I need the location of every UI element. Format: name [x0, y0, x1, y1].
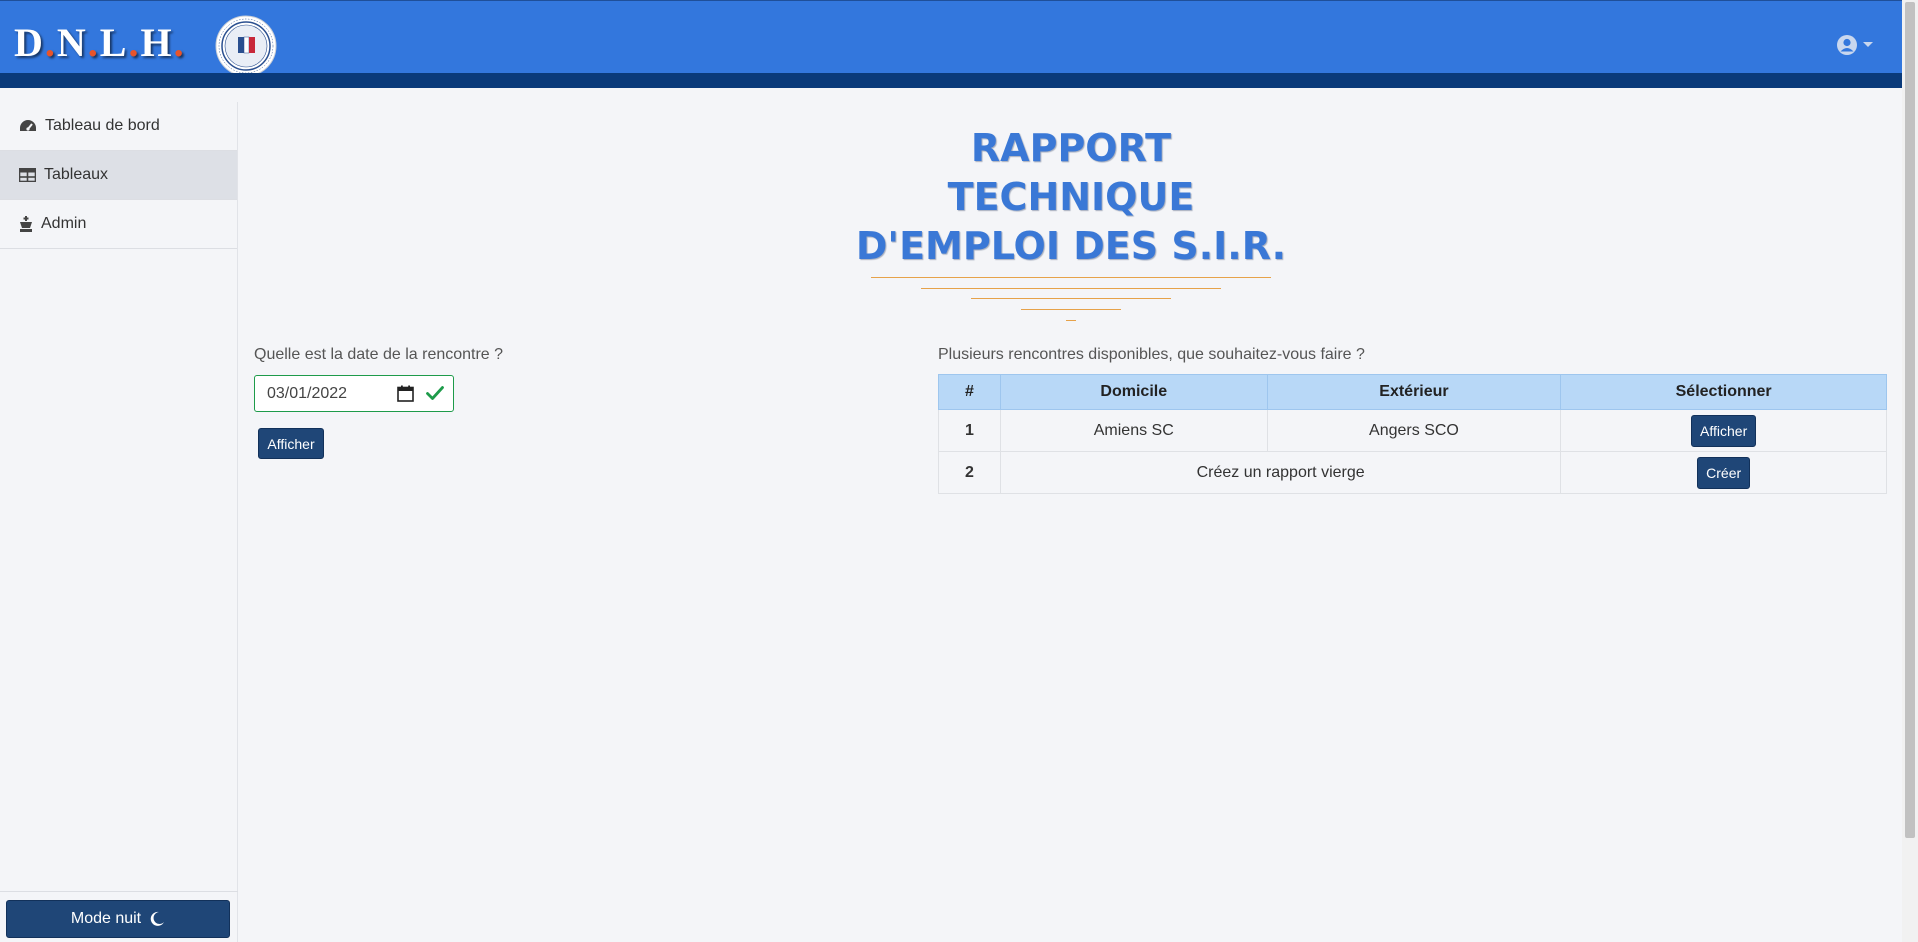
date-input[interactable]: 03/01/2022: [254, 375, 454, 412]
sidebar-item-label: Tableaux: [44, 166, 109, 183]
title-underline-2: [921, 288, 1221, 289]
header-stripe: [0, 73, 1902, 88]
row-number: 1: [938, 409, 1001, 452]
calendar-icon[interactable]: [397, 385, 414, 402]
home-team: Amiens SC: [999, 409, 1268, 452]
sidebar-item-admin[interactable]: Admin: [0, 200, 237, 249]
col-header-number: #: [938, 374, 1001, 410]
user-circle-icon: [1837, 35, 1857, 55]
col-header-home: Domicile: [999, 374, 1268, 410]
title-underline-5: [1066, 320, 1076, 321]
sidebar: Tableau de bord Tableaux Admin Mode nuit: [0, 102, 238, 942]
date-value: 03/01/2022: [267, 384, 348, 402]
moon-icon: [150, 911, 165, 926]
title-underline-1: [871, 277, 1271, 278]
show-match-button[interactable]: Afficher: [1691, 414, 1757, 447]
sidebar-item-tables[interactable]: Tableaux: [0, 151, 237, 200]
top-navbar: D.N.L.H.: [0, 0, 1902, 88]
select-cell: Afficher: [1560, 409, 1887, 452]
page-title: RAPPORT TECHNIQUE D'EMPLOI DES S.I.R.: [855, 126, 1287, 268]
title-underline-3: [971, 298, 1171, 299]
tachometer-icon: [20, 120, 36, 131]
scrollbar-thumb[interactable]: [1905, 2, 1915, 838]
table-header-row: # Domicile Extérieur Sélectionner: [938, 374, 1887, 410]
seal-logo[interactable]: [215, 15, 277, 77]
divider: [0, 891, 238, 892]
page-scrollbar[interactable]: [1902, 0, 1918, 942]
chess-king-icon: [20, 216, 32, 232]
sidebar-item-dashboard[interactable]: Tableau de bord: [0, 102, 237, 151]
row-number: 2: [938, 451, 1001, 494]
create-report-button[interactable]: Créer: [1697, 456, 1751, 489]
matches-question-label: Plusieurs rencontres disponibles, que so…: [938, 346, 1365, 363]
blank-report-text: Créez un rapport vierge: [999, 451, 1562, 494]
brand-logo-text[interactable]: D.N.L.H.: [14, 19, 186, 66]
col-header-select: Sélectionner: [1560, 374, 1887, 410]
table-row: 1 Amiens SC Angers SCO Afficher: [938, 409, 1887, 452]
sidebar-item-label: Tableau de bord: [45, 117, 160, 134]
table-row: 2 Créez un rapport vierge Créer: [938, 451, 1887, 494]
caret-down-icon: [1863, 42, 1873, 47]
matches-table: # Domicile Extérieur Sélectionner 1 Amie…: [938, 374, 1887, 494]
sidebar-item-label: Admin: [41, 215, 87, 232]
night-mode-button[interactable]: Mode nuit: [6, 900, 230, 938]
show-button[interactable]: Afficher: [258, 428, 324, 459]
col-header-away: Extérieur: [1266, 374, 1562, 410]
title-underline-4: [1021, 309, 1121, 310]
user-menu-toggle[interactable]: [1836, 33, 1882, 57]
date-question-label: Quelle est la date de la rencontre ?: [254, 346, 504, 363]
away-team: Angers SCO: [1266, 409, 1562, 452]
select-cell: Créer: [1560, 451, 1887, 494]
table-icon: [19, 168, 36, 182]
valid-check-icon: [426, 386, 444, 400]
